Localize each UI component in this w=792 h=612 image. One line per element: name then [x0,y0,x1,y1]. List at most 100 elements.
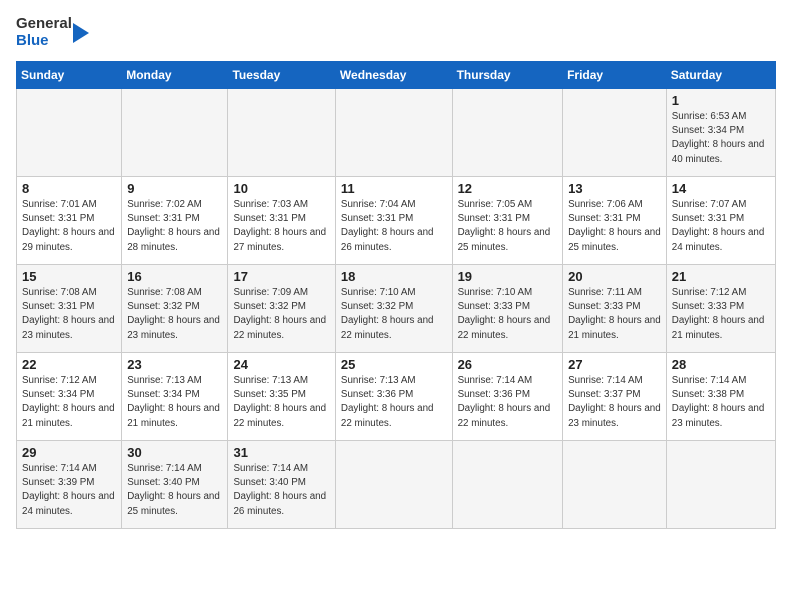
day-info: Sunrise: 7:14 AMSunset: 3:37 PMDaylight:… [568,374,661,431]
calendar-table: SundayMondayTuesdayWednesdayThursdayFrid… [16,61,776,529]
logo: General Blue [16,16,89,49]
day-info: Sunrise: 7:01 AMSunset: 3:31 PMDaylight:… [22,198,116,255]
col-header-tuesday: Tuesday [228,62,335,89]
day-cell-22: 22 Sunrise: 7:12 AMSunset: 3:34 PMDaylig… [17,353,122,441]
day-cell-27: 27 Sunrise: 7:14 AMSunset: 3:37 PMDaylig… [563,353,667,441]
day-number: 9 [127,181,222,196]
day-number: 16 [127,269,222,284]
day-number: 30 [127,445,222,460]
calendar-week-4: 22 Sunrise: 7:12 AMSunset: 3:34 PMDaylig… [17,353,776,441]
col-header-friday: Friday [563,62,667,89]
empty-cell [17,89,122,177]
empty-cell [452,441,563,529]
day-number: 25 [341,357,447,372]
day-cell-21: 21 Sunrise: 7:12 AMSunset: 3:33 PMDaylig… [666,265,775,353]
col-header-thursday: Thursday [452,62,563,89]
day-info: Sunrise: 7:11 AMSunset: 3:33 PMDaylight:… [568,286,661,343]
day-cell-15: 15 Sunrise: 7:08 AMSunset: 3:31 PMDaylig… [17,265,122,353]
day-number: 11 [341,181,447,196]
day-number: 12 [458,181,558,196]
day-cell-25: 25 Sunrise: 7:13 AMSunset: 3:36 PMDaylig… [335,353,452,441]
day-info: Sunrise: 6:53 AMSunset: 3:34 PMDaylight:… [672,110,770,167]
day-cell-14: 14 Sunrise: 7:07 AMSunset: 3:31 PMDaylig… [666,177,775,265]
day-cell-12: 12 Sunrise: 7:05 AMSunset: 3:31 PMDaylig… [452,177,563,265]
logo-general: General [16,16,72,33]
empty-cell [335,89,452,177]
day-number: 28 [672,357,770,372]
day-info: Sunrise: 7:09 AMSunset: 3:32 PMDaylight:… [233,286,329,343]
day-cell-29: 29 Sunrise: 7:14 AMSunset: 3:39 PMDaylig… [17,441,122,529]
day-cell-9: 9 Sunrise: 7:02 AMSunset: 3:31 PMDayligh… [122,177,228,265]
day-cell-19: 19 Sunrise: 7:10 AMSunset: 3:33 PMDaylig… [452,265,563,353]
day-cell-18: 18 Sunrise: 7:10 AMSunset: 3:32 PMDaylig… [335,265,452,353]
day-info: Sunrise: 7:10 AMSunset: 3:32 PMDaylight:… [341,286,447,343]
day-cell-26: 26 Sunrise: 7:14 AMSunset: 3:36 PMDaylig… [452,353,563,441]
day-cell-1: 1 Sunrise: 6:53 AMSunset: 3:34 PMDayligh… [666,89,775,177]
day-number: 13 [568,181,661,196]
col-header-wednesday: Wednesday [335,62,452,89]
day-cell-20: 20 Sunrise: 7:11 AMSunset: 3:33 PMDaylig… [563,265,667,353]
day-info: Sunrise: 7:10 AMSunset: 3:33 PMDaylight:… [458,286,558,343]
calendar-week-2: 8 Sunrise: 7:01 AMSunset: 3:31 PMDayligh… [17,177,776,265]
day-number: 19 [458,269,558,284]
day-number: 31 [233,445,329,460]
day-number: 20 [568,269,661,284]
empty-cell [122,89,228,177]
day-info: Sunrise: 7:13 AMSunset: 3:34 PMDaylight:… [127,374,222,431]
day-info: Sunrise: 7:04 AMSunset: 3:31 PMDaylight:… [341,198,447,255]
day-info: Sunrise: 7:12 AMSunset: 3:33 PMDaylight:… [672,286,770,343]
logo-blue: Blue [16,33,72,50]
day-info: Sunrise: 7:14 AMSunset: 3:38 PMDaylight:… [672,374,770,431]
logo-svg: General Blue [16,16,72,49]
day-info: Sunrise: 7:14 AMSunset: 3:40 PMDaylight:… [233,462,329,519]
empty-cell [563,89,667,177]
day-info: Sunrise: 7:14 AMSunset: 3:36 PMDaylight:… [458,374,558,431]
day-number: 1 [672,93,770,108]
day-cell-23: 23 Sunrise: 7:13 AMSunset: 3:34 PMDaylig… [122,353,228,441]
day-info: Sunrise: 7:03 AMSunset: 3:31 PMDaylight:… [233,198,329,255]
calendar-week-1: 1 Sunrise: 6:53 AMSunset: 3:34 PMDayligh… [17,89,776,177]
calendar-week-5: 29 Sunrise: 7:14 AMSunset: 3:39 PMDaylig… [17,441,776,529]
col-header-sunday: Sunday [17,62,122,89]
day-cell-16: 16 Sunrise: 7:08 AMSunset: 3:32 PMDaylig… [122,265,228,353]
col-header-saturday: Saturday [666,62,775,89]
day-number: 24 [233,357,329,372]
day-info: Sunrise: 7:14 AMSunset: 3:39 PMDaylight:… [22,462,116,519]
day-number: 18 [341,269,447,284]
day-cell-11: 11 Sunrise: 7:04 AMSunset: 3:31 PMDaylig… [335,177,452,265]
day-number: 15 [22,269,116,284]
day-number: 26 [458,357,558,372]
day-number: 10 [233,181,329,196]
day-info: Sunrise: 7:06 AMSunset: 3:31 PMDaylight:… [568,198,661,255]
day-info: Sunrise: 7:05 AMSunset: 3:31 PMDaylight:… [458,198,558,255]
day-number: 21 [672,269,770,284]
day-number: 22 [22,357,116,372]
day-cell-8: 8 Sunrise: 7:01 AMSunset: 3:31 PMDayligh… [17,177,122,265]
day-info: Sunrise: 7:02 AMSunset: 3:31 PMDaylight:… [127,198,222,255]
day-info: Sunrise: 7:07 AMSunset: 3:31 PMDaylight:… [672,198,770,255]
empty-cell [563,441,667,529]
day-cell-30: 30 Sunrise: 7:14 AMSunset: 3:40 PMDaylig… [122,441,228,529]
page-header: General Blue [16,16,776,49]
day-cell-13: 13 Sunrise: 7:06 AMSunset: 3:31 PMDaylig… [563,177,667,265]
logo-triangle-icon [73,18,89,48]
day-cell-10: 10 Sunrise: 7:03 AMSunset: 3:31 PMDaylig… [228,177,335,265]
day-cell-24: 24 Sunrise: 7:13 AMSunset: 3:35 PMDaylig… [228,353,335,441]
empty-cell [666,441,775,529]
day-number: 8 [22,181,116,196]
day-number: 23 [127,357,222,372]
day-number: 27 [568,357,661,372]
col-header-monday: Monday [122,62,228,89]
day-info: Sunrise: 7:12 AMSunset: 3:34 PMDaylight:… [22,374,116,431]
day-info: Sunrise: 7:13 AMSunset: 3:35 PMDaylight:… [233,374,329,431]
empty-cell [452,89,563,177]
empty-cell [228,89,335,177]
day-cell-31: 31 Sunrise: 7:14 AMSunset: 3:40 PMDaylig… [228,441,335,529]
day-number: 17 [233,269,329,284]
empty-cell [335,441,452,529]
day-number: 29 [22,445,116,460]
calendar-week-3: 15 Sunrise: 7:08 AMSunset: 3:31 PMDaylig… [17,265,776,353]
day-number: 14 [672,181,770,196]
day-cell-28: 28 Sunrise: 7:14 AMSunset: 3:38 PMDaylig… [666,353,775,441]
day-info: Sunrise: 7:08 AMSunset: 3:31 PMDaylight:… [22,286,116,343]
